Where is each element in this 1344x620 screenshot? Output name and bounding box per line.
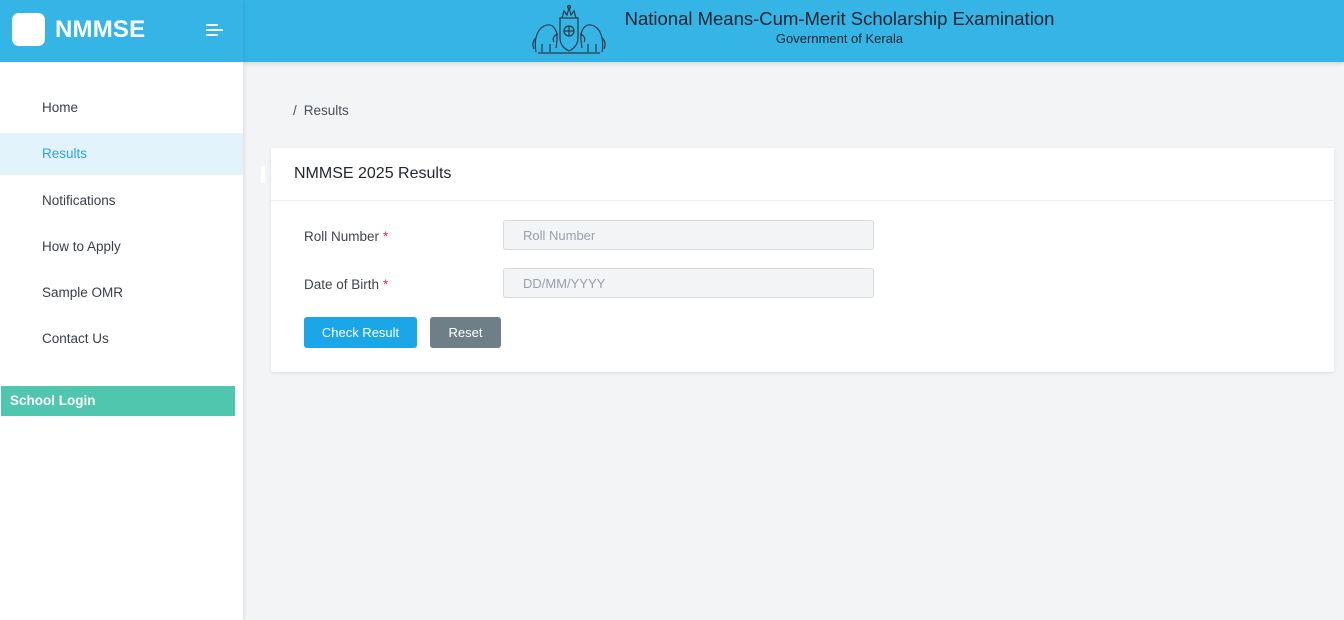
reset-button[interactable]: Reset [430, 317, 501, 348]
results-card: NMMSE 2025 Results Roll Number* Date of … [271, 148, 1334, 372]
sidebar: NMMSE Home Results Notifications How to … [0, 0, 243, 620]
app-logo-icon [12, 13, 45, 46]
date-of-birth-label-text: Date of Birth [304, 277, 380, 292]
roll-number-input[interactable] [503, 220, 874, 250]
brand-bar: NMMSE [0, 0, 243, 62]
school-login-button[interactable]: School Login [1, 386, 235, 416]
roll-number-label-text: Roll Number [304, 229, 380, 244]
site-title: National Means-Cum-Merit Scholarship Exa… [624, 8, 1055, 29]
sidebar-item-notifications[interactable]: Notifications [0, 180, 243, 222]
menu-toggle-icon[interactable] [206, 22, 224, 38]
required-marker: * [383, 229, 389, 244]
sidebar-item-results[interactable]: Results [0, 133, 243, 176]
sidebar-item-sample-omr[interactable]: Sample OMR [0, 272, 243, 314]
site-subtitle: Government of Kerala [775, 31, 904, 46]
breadcrumb-current: Results [303, 103, 349, 118]
sidebar-item-how-to-apply[interactable]: How to Apply [0, 226, 243, 268]
top-header: National Means-Cum-Merit Scholarship Exa… [243, 0, 1344, 62]
sidebar-item-home[interactable]: Home [0, 87, 243, 129]
check-result-button[interactable]: Check Result [304, 317, 417, 348]
date-of-birth-input[interactable] [503, 268, 874, 298]
card-title: NMMSE 2025 Results [271, 148, 1334, 201]
roll-number-label: Roll Number * [304, 229, 388, 244]
date-of-birth-label: Date of Birth * [304, 277, 388, 292]
brand-name[interactable]: NMMSE [55, 16, 145, 44]
sidebar-nav: Home Results Notifications How to Apply … [0, 87, 243, 360]
kerala-emblem-icon [532, 4, 606, 54]
breadcrumb-separator: / [293, 103, 297, 118]
breadcrumb: / Results [293, 103, 349, 118]
panel-tab-marker [261, 166, 265, 183]
sidebar-item-contact-us[interactable]: Contact Us [0, 318, 243, 360]
required-marker: * [383, 277, 389, 292]
